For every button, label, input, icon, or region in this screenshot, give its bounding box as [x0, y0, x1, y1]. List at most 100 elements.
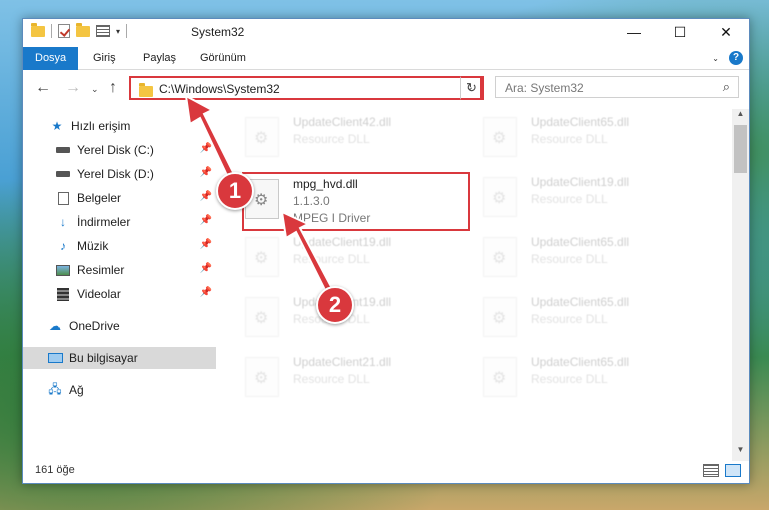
title-bar: ▾ System32 — ☐ ✕ — [23, 19, 749, 45]
sidebar-item-documents[interactable]: Belgeler 📌 — [23, 187, 216, 209]
sidebar-item-music[interactable]: ♪ Müzik 📌 — [23, 235, 216, 257]
dll-file-icon — [483, 237, 517, 277]
computer-icon — [47, 351, 63, 365]
address-path[interactable]: C:\Windows\System32 — [159, 82, 280, 96]
documents-icon — [55, 191, 71, 205]
file-item[interactable]: UpdateClient65.dll Resource DLL — [483, 291, 713, 341]
sidebar-item-label: Yerel Disk (C:) — [77, 143, 154, 157]
scrollbar-thumb[interactable] — [734, 125, 747, 173]
file-list: UpdateClient42.dll Resource DLL UpdateCl… — [223, 109, 733, 451]
search-icon[interactable]: ⌕ — [723, 79, 730, 95]
properties-check-icon[interactable] — [58, 24, 70, 38]
file-item[interactable]: UpdateClient19.dll Resource DLL — [245, 291, 475, 341]
sidebar-item-label: Belgeler — [77, 191, 122, 205]
file-description: Resource DLL — [293, 252, 370, 266]
window-controls: — ☐ ✕ — [611, 19, 749, 45]
up-arrow-icon[interactable]: ↑ — [109, 79, 117, 97]
file-item[interactable]: UpdateClient65.dll Resource DLL — [483, 111, 713, 161]
minimize-button[interactable]: — — [611, 19, 657, 45]
drive-icon — [55, 143, 71, 157]
tab-view[interactable]: Görünüm — [188, 47, 258, 70]
file-description: Resource DLL — [531, 372, 608, 386]
pin-icon[interactable]: 📌 — [200, 263, 212, 274]
folder-icon — [139, 83, 153, 97]
file-name: UpdateClient65.dll — [531, 235, 630, 249]
refresh-icon: ↻ — [466, 80, 477, 95]
file-item[interactable]: UpdateClient19.dll Resource DLL — [245, 231, 475, 281]
sidebar-item-drive-c[interactable]: Yerel Disk (C:) 📌 — [23, 139, 216, 161]
dll-file-icon — [483, 297, 517, 337]
file-item[interactable]: UpdateClient21.dll Resource DLL — [245, 351, 475, 401]
customize-dropdown-icon[interactable]: ▾ — [116, 27, 120, 36]
maximize-button[interactable]: ☐ — [657, 19, 703, 45]
pin-icon[interactable]: 📌 — [200, 143, 212, 154]
vertical-scrollbar[interactable]: ▲ ▼ — [732, 109, 749, 461]
sidebar-item-label: Yerel Disk (D:) — [77, 167, 154, 181]
tab-file[interactable]: Dosya — [23, 47, 79, 70]
large-icons-view-icon[interactable] — [725, 464, 741, 477]
file-description: Resource DLL — [293, 372, 370, 386]
file-description: Resource DLL — [531, 132, 608, 146]
music-icon: ♪ — [60, 239, 66, 253]
file-name: UpdateClient65.dll — [531, 115, 630, 129]
sidebar-item-videos[interactable]: Videolar 📌 — [23, 283, 216, 305]
sidebar-item-this-pc[interactable]: Bu bilgisayar — [23, 347, 216, 369]
file-item[interactable]: UpdateClient42.dll Resource DLL — [245, 111, 475, 161]
ribbon-help-area: ⌄ ? — [712, 51, 743, 65]
file-name: UpdateClient19.dll — [293, 235, 392, 249]
divider — [126, 24, 128, 38]
properties-icon[interactable] — [96, 25, 110, 37]
pin-icon[interactable]: 📌 — [200, 287, 212, 298]
sidebar-item-label: İndirmeler — [77, 215, 131, 229]
address-bar[interactable]: C:\Windows\System32 ⌄ — [129, 76, 482, 100]
sidebar-item-label: OneDrive — [69, 319, 120, 333]
cloud-icon: ☁ — [49, 319, 61, 333]
folder-icon — [31, 22, 45, 37]
highlight-box-file — [242, 172, 470, 231]
step-2-badge: 2 — [316, 286, 354, 324]
network-icon: 🖧 — [48, 381, 62, 396]
file-description: Resource DLL — [531, 252, 608, 266]
downloads-icon: ↓ — [60, 215, 66, 229]
file-item[interactable]: UpdateClient19.dll Resource DLL — [483, 171, 713, 221]
sidebar-item-label: Müzik — [77, 239, 109, 253]
tab-share[interactable]: Paylaş — [131, 47, 188, 70]
navigation-pane: ★ Hızlı erişim Yerel Disk (C:) 📌 Yerel D… — [23, 111, 216, 451]
sidebar-item-onedrive[interactable]: ☁ OneDrive — [23, 315, 216, 337]
pin-icon[interactable]: 📌 — [200, 191, 212, 202]
search-input[interactable]: Ara: System32 ⌕ — [495, 76, 739, 98]
file-item[interactable]: UpdateClient65.dll Resource DLL — [483, 351, 713, 401]
sidebar-item-drive-d[interactable]: Yerel Disk (D:) 📌 — [23, 163, 216, 185]
dll-file-icon — [245, 237, 279, 277]
quick-access-toolbar: ▾ — [31, 22, 128, 38]
sidebar-item-label: Videolar — [77, 287, 121, 301]
forward-arrow-icon[interactable]: → — [65, 79, 81, 97]
help-icon[interactable]: ? — [729, 51, 743, 65]
dll-file-icon — [483, 357, 517, 397]
details-view-icon[interactable] — [703, 464, 719, 477]
item-count: 161 öğe — [35, 464, 75, 476]
dll-file-icon — [245, 357, 279, 397]
sidebar-item-quick-access[interactable]: ★ Hızlı erişim — [23, 115, 216, 137]
pin-icon[interactable]: 📌 — [200, 167, 212, 178]
sidebar-item-downloads[interactable]: ↓ İndirmeler 📌 — [23, 211, 216, 233]
refresh-button[interactable]: ↻ — [460, 76, 484, 100]
scroll-up-icon[interactable]: ▲ — [732, 109, 749, 125]
expand-ribbon-icon[interactable]: ⌄ — [712, 54, 719, 63]
sidebar-item-pictures[interactable]: Resimler 📌 — [23, 259, 216, 281]
videos-icon — [55, 287, 71, 301]
back-arrow-icon[interactable]: ← — [35, 79, 51, 97]
tab-home[interactable]: Giriş — [81, 47, 128, 70]
recent-locations-icon[interactable]: ⌄ — [91, 84, 99, 95]
file-name: UpdateClient65.dll — [531, 295, 630, 309]
new-folder-icon[interactable] — [76, 22, 90, 37]
file-item[interactable]: UpdateClient65.dll Resource DLL — [483, 231, 713, 281]
file-name: UpdateClient65.dll — [531, 355, 630, 369]
file-name: UpdateClient19.dll — [531, 175, 630, 189]
close-button[interactable]: ✕ — [703, 19, 749, 45]
dll-file-icon — [483, 117, 517, 157]
file-description: Resource DLL — [531, 192, 608, 206]
pin-icon[interactable]: 📌 — [200, 239, 212, 250]
pin-icon[interactable]: 📌 — [200, 215, 212, 226]
sidebar-item-network[interactable]: 🖧 Ağ — [23, 379, 216, 401]
